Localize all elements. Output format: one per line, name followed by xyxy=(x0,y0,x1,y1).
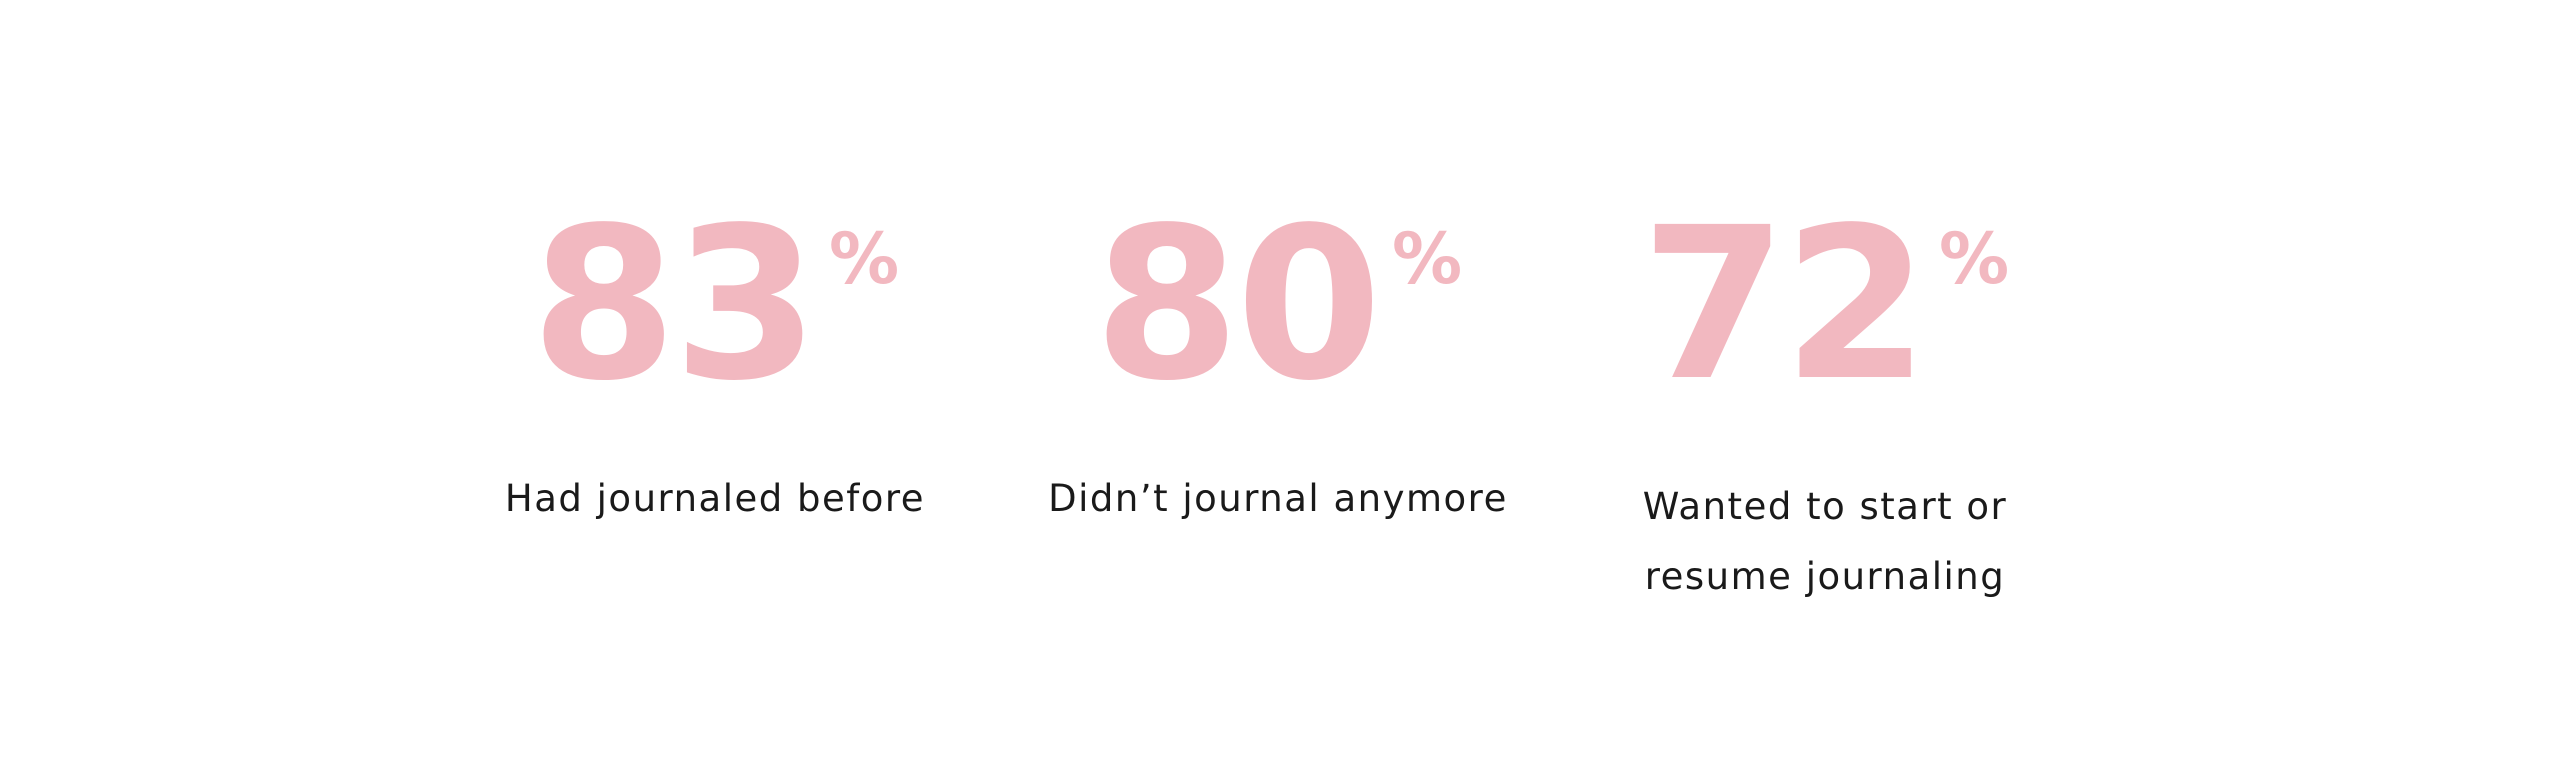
stat-label: Had journaled before xyxy=(504,477,926,520)
stat-label: Didn’t journal anymore xyxy=(1048,477,1508,520)
stat-value: 80 xyxy=(1093,182,1382,427)
stat-unit: % xyxy=(1939,218,2010,300)
stat-card-had-journaled: 83 % Had journaled before xyxy=(485,182,945,610)
stat-value: 72 xyxy=(1640,182,1929,427)
stat-unit: % xyxy=(829,218,900,300)
stat-figure: 72 % xyxy=(1595,182,2055,427)
stat-card-wanted-to-start: 72 % Wanted to start or resume journalin… xyxy=(1595,182,2055,610)
stat-card-didnt-journal: 80 % Didn’t journal anymore xyxy=(1048,182,1508,610)
stat-figure: 83 % xyxy=(485,182,945,427)
stat-figure: 80 % xyxy=(1048,182,1508,427)
stat-label: Wanted to start or resume journaling xyxy=(1642,485,2008,598)
stat-unit: % xyxy=(1392,218,1463,300)
stat-value: 83 xyxy=(530,182,819,427)
